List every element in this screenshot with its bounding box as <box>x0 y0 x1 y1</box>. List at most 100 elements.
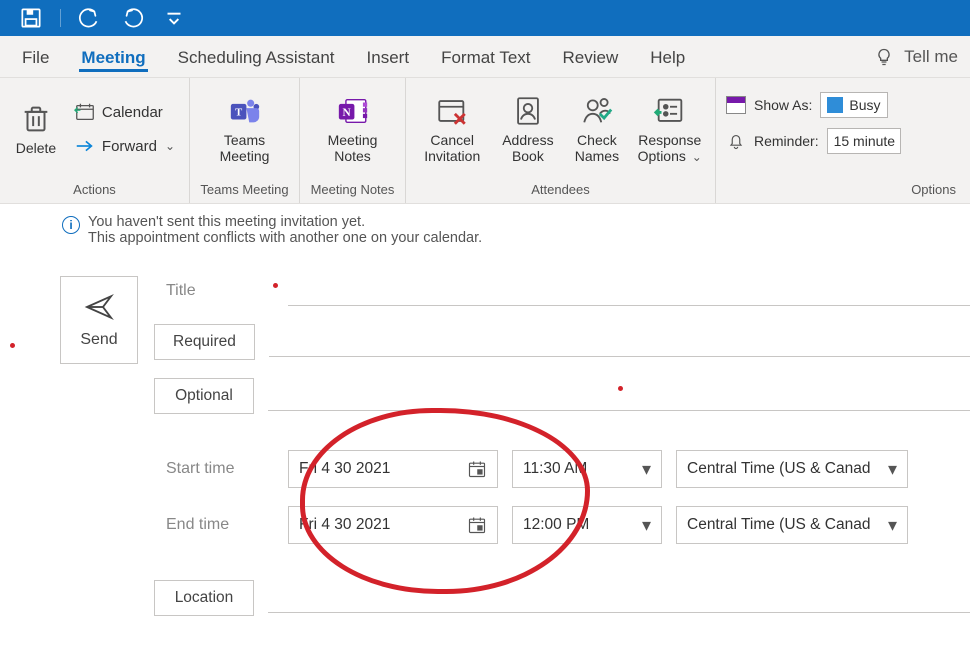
end-time-label: End time <box>154 516 274 534</box>
group-actions-label: Actions <box>10 178 179 201</box>
onenote-icon: N <box>336 94 370 128</box>
check-names-label2: Names <box>575 148 619 164</box>
meeting-notes-label2: Notes <box>328 148 378 164</box>
info-line-2: This appointment conflicts with another … <box>88 230 482 246</box>
title-row: Title <box>154 276 970 306</box>
title-label: Title <box>154 282 274 300</box>
chevron-down-icon: ⌄ <box>165 139 175 153</box>
tab-help[interactable]: Help <box>636 40 699 74</box>
end-date-picker[interactable]: Fri 4 30 2021 <box>288 506 498 544</box>
response-options-icon <box>653 94 687 128</box>
tab-format-text[interactable]: Format Text <box>427 40 544 74</box>
reminder-value: 15 minute <box>834 133 895 149</box>
optional-input[interactable] <box>268 381 970 411</box>
customize-qat-icon[interactable] <box>161 5 187 31</box>
check-names-button[interactable]: Check Names <box>567 84 626 174</box>
show-as-swatch-icon <box>726 96 746 114</box>
title-bar <box>0 0 970 36</box>
start-time-value: 11:30 AM <box>523 460 587 478</box>
location-input[interactable] <box>268 583 970 613</box>
meeting-notes-label1: Meeting <box>328 132 378 148</box>
address-book-label1: Address <box>502 132 553 148</box>
ribbon-tabs: File Meeting Scheduling Assistant Insert… <box>0 36 970 78</box>
group-actions: Delete Calendar Forward <box>0 78 190 203</box>
start-time-row: Start time Fri 4 30 2021 11:30 AM ▾ Cent… <box>154 450 970 488</box>
meeting-notes-button[interactable]: N Meeting Notes <box>310 84 395 174</box>
address-book-icon <box>511 94 545 128</box>
tab-insert[interactable]: Insert <box>353 40 424 74</box>
svg-text:T: T <box>235 107 242 118</box>
check-names-label1: Check <box>575 132 619 148</box>
start-date-picker[interactable]: Fri 4 30 2021 <box>288 450 498 488</box>
location-row: Location <box>154 580 970 616</box>
show-as-value: Busy <box>849 97 880 113</box>
cancel-invitation-icon <box>435 94 469 128</box>
tab-scheduling-assistant[interactable]: Scheduling Assistant <box>164 40 349 74</box>
start-date-value: Fri 4 30 2021 <box>299 460 390 478</box>
end-timezone-value: Central Time (US & Canad <box>687 516 871 534</box>
chevron-down-icon: ▾ <box>888 515 897 536</box>
teams-meeting-label2: Meeting <box>220 148 270 164</box>
address-book-button[interactable]: Address Book <box>496 84 559 174</box>
end-date-value: Fri 4 30 2021 <box>299 516 390 534</box>
info-line-1: You haven't sent this meeting invitation… <box>88 214 482 230</box>
group-options: Show As: Busy Reminder: 15 minute Option… <box>716 78 970 203</box>
group-notes-label: Meeting Notes <box>310 178 395 201</box>
trash-icon <box>19 102 53 136</box>
cancel-invitation-label1: Cancel <box>424 132 480 148</box>
calendar-button[interactable]: Calendar <box>70 98 179 126</box>
end-time-picker[interactable]: 12:00 PM ▾ <box>512 506 662 544</box>
optional-row: Optional <box>154 378 970 414</box>
qat-separator <box>60 9 61 27</box>
chevron-down-icon: ▾ <box>888 459 897 480</box>
end-time-value: 12:00 PM <box>523 516 589 534</box>
forward-button[interactable]: Forward ⌄ <box>70 132 179 160</box>
start-timezone-value: Central Time (US & Canad <box>687 460 871 478</box>
group-teams-meeting: T Teams Meeting Teams Meeting <box>190 78 300 203</box>
reminder-dropdown[interactable]: 15 minute <box>827 128 901 154</box>
tab-meeting[interactable]: Meeting <box>67 40 159 74</box>
tab-file[interactable]: File <box>8 40 63 74</box>
response-options-button[interactable]: Response Options ⌄ <box>634 84 705 174</box>
bell-icon <box>726 131 746 151</box>
response-options-label2: Options ⌄ <box>638 148 702 165</box>
tab-review[interactable]: Review <box>549 40 633 74</box>
address-book-label2: Book <box>502 148 553 164</box>
end-timezone-picker[interactable]: Central Time (US & Canad ▾ <box>676 506 908 544</box>
reminder-label: Reminder: <box>754 133 819 149</box>
undo-icon[interactable] <box>77 5 103 31</box>
tell-me-search[interactable]: Tell me <box>874 47 962 67</box>
forward-icon <box>74 135 96 157</box>
teams-meeting-label1: Teams <box>220 132 270 148</box>
chevron-down-icon: ▾ <box>642 459 651 480</box>
title-input[interactable] <box>288 276 970 306</box>
save-icon[interactable] <box>18 5 44 31</box>
teams-icon: T <box>228 94 262 128</box>
cancel-invitation-button[interactable]: Cancel Invitation <box>416 84 488 174</box>
send-button[interactable]: Send <box>60 276 138 364</box>
start-time-picker[interactable]: 11:30 AM ▾ <box>512 450 662 488</box>
group-attendees-label: Attendees <box>416 178 705 201</box>
forward-label: Forward <box>102 138 157 155</box>
calendar-picker-icon <box>467 515 487 535</box>
busy-color-icon <box>827 97 843 113</box>
required-button[interactable]: Required <box>154 324 255 360</box>
delete-label: Delete <box>16 140 56 156</box>
group-attendees: Cancel Invitation Address Book <box>406 78 716 203</box>
optional-button[interactable]: Optional <box>154 378 254 414</box>
delete-button[interactable]: Delete <box>10 84 62 174</box>
redo-icon[interactable] <box>119 5 145 31</box>
start-timezone-picker[interactable]: Central Time (US & Canad ▾ <box>676 450 908 488</box>
show-as-label: Show As: <box>754 97 812 113</box>
calendar-icon <box>74 101 96 123</box>
show-as-dropdown[interactable]: Busy <box>820 92 887 118</box>
location-button[interactable]: Location <box>154 580 254 616</box>
check-names-icon <box>580 94 614 128</box>
info-icon: i <box>62 216 80 234</box>
calendar-label: Calendar <box>102 104 163 121</box>
required-input[interactable] <box>269 327 970 357</box>
response-options-label1: Response <box>638 132 702 148</box>
send-label: Send <box>80 331 117 349</box>
send-icon <box>83 291 115 323</box>
teams-meeting-button[interactable]: T Teams Meeting <box>200 84 289 174</box>
